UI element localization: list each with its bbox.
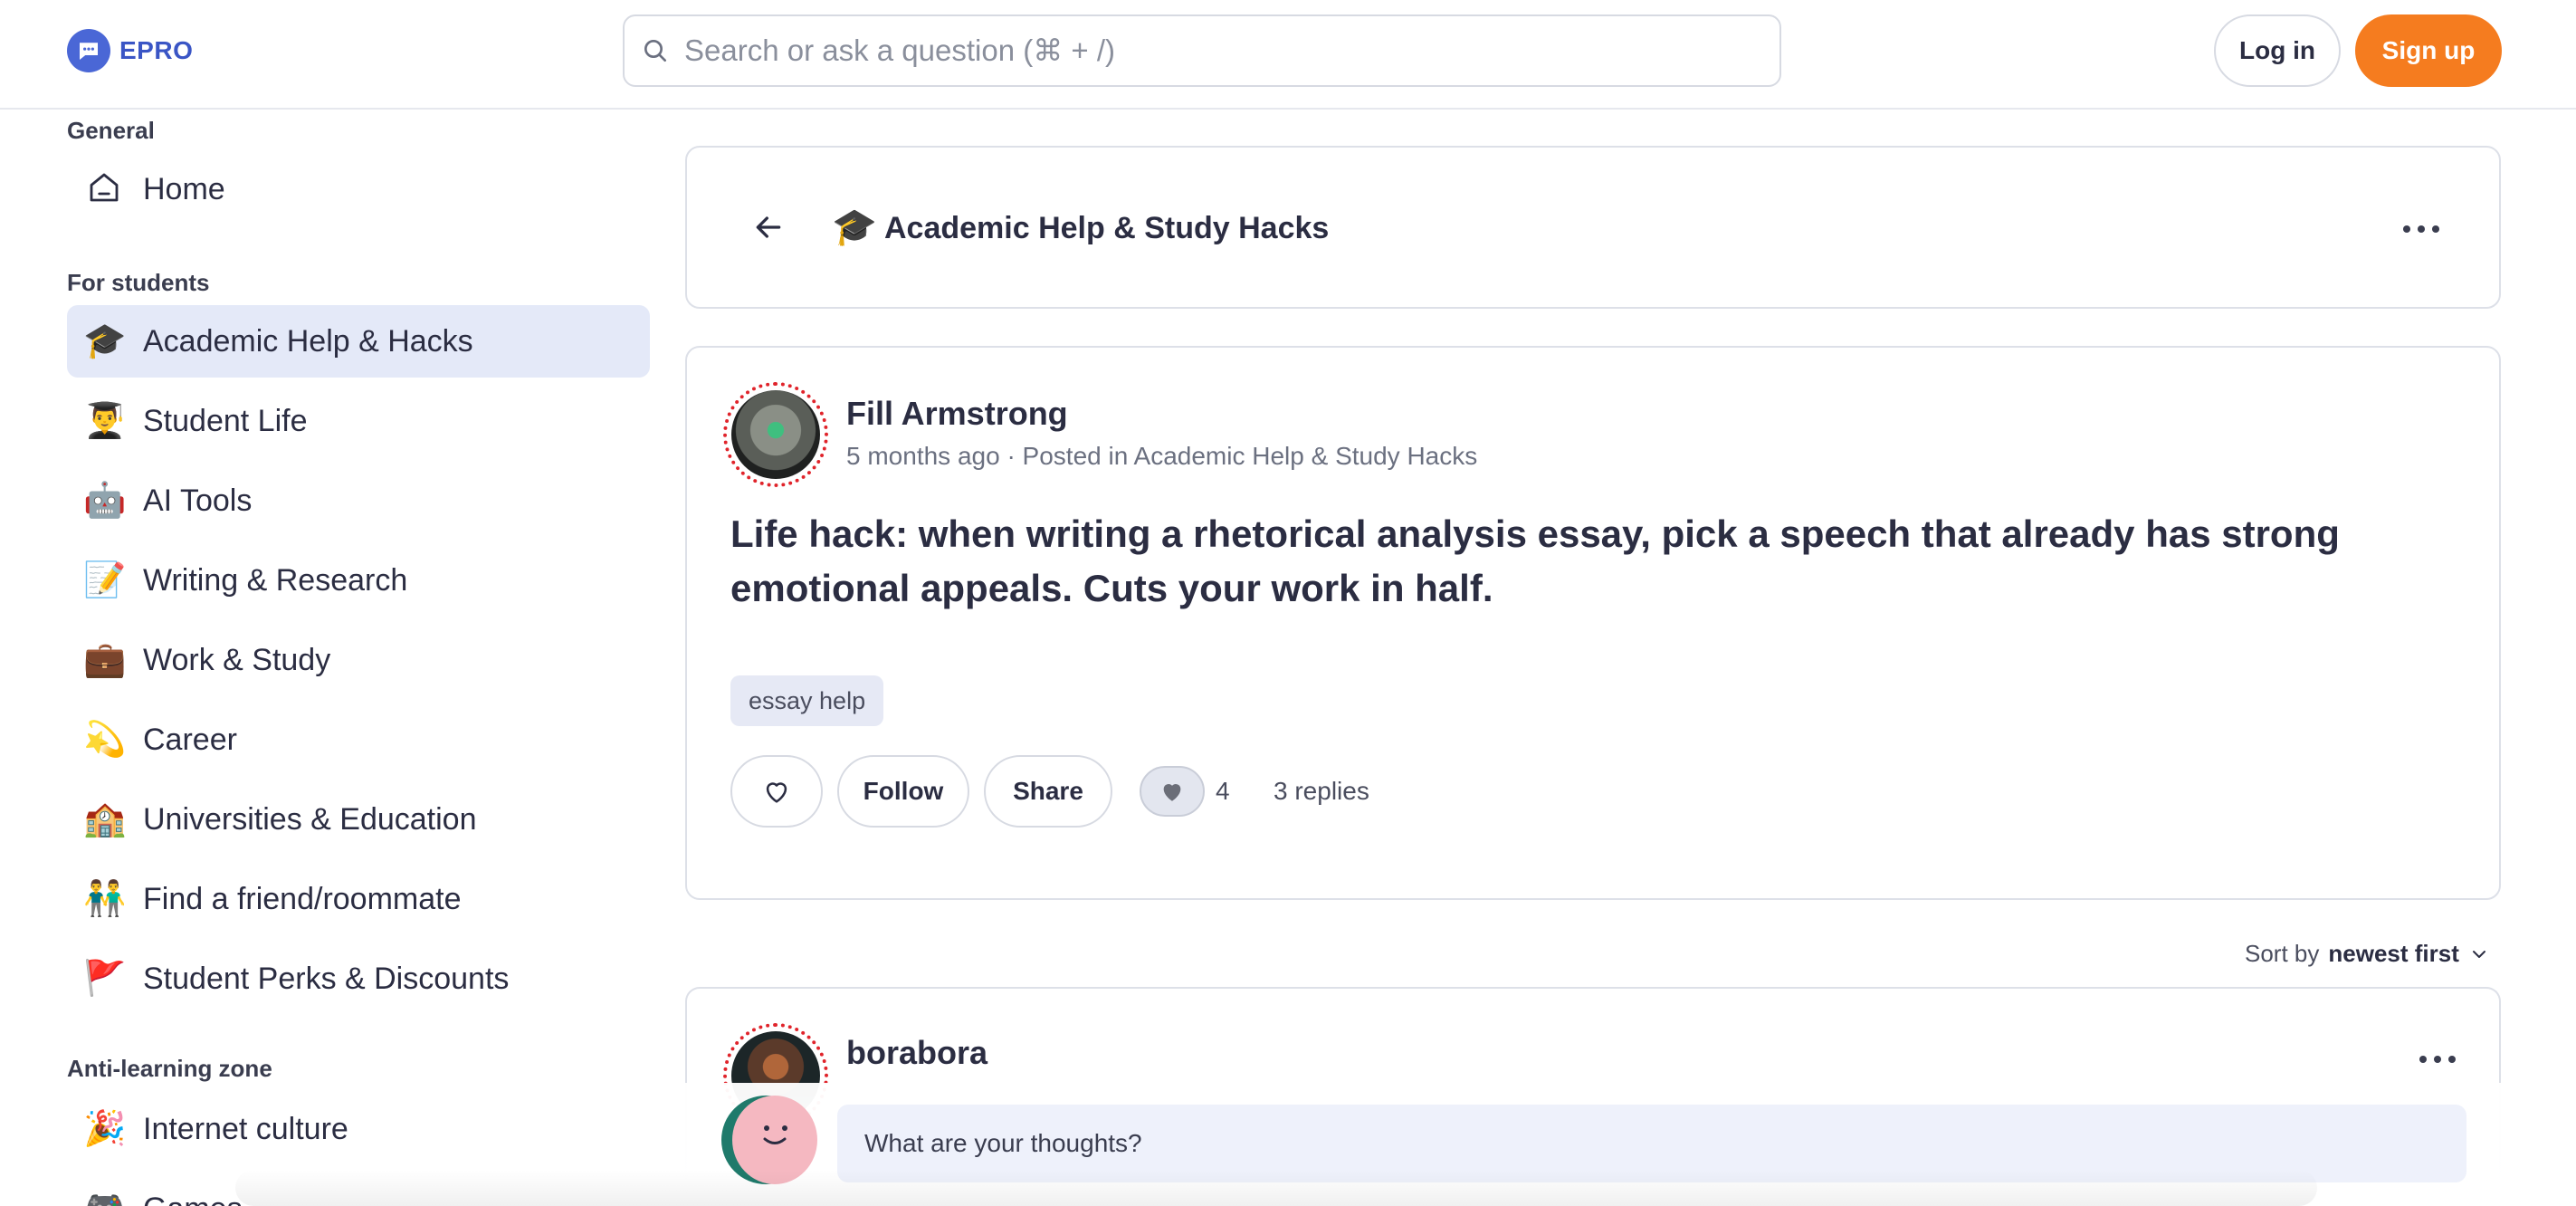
like-button[interactable] [730,755,823,828]
post-meta: 5 months ago · Posted in Academic Help &… [846,442,1478,470]
top-bar: EPRO Log in Sign up [0,0,2576,110]
sidebar-item-student-life[interactable]: 👨‍🎓 Student Life [67,385,650,457]
search-input[interactable] [684,34,1752,68]
chat-bubble-icon [67,29,110,72]
sidebar-item-label: Games [143,1192,243,1206]
sidebar-item-label: Home [143,171,225,206]
party-popper-icon: 🎉 [83,1110,127,1148]
more-options-icon[interactable] [2403,224,2439,234]
sidebar-item-label: Student Life [143,403,308,438]
sidebar-item-label: Universities & Education [143,801,477,837]
post-card: Fill Armstrong 5 months ago · Posted in … [685,346,2501,900]
red-flag-icon: 🚩 [83,960,127,998]
search-box[interactable] [623,14,1781,87]
sort-value: newest first [2328,940,2459,967]
sidebar-item-label: Writing & Research [143,562,408,598]
sort-dropdown[interactable]: Sort by newest first [2245,940,2490,968]
logo[interactable]: EPRO [67,29,193,72]
section-title-for-students: For students [67,269,210,296]
reply-count[interactable]: 3 replies [1274,777,1369,806]
chevron-down-icon [2472,950,2485,958]
sidebar-item-ai-tools[interactable]: 🤖 AI Tools [67,464,650,537]
bottom-shadow [235,1170,2317,1206]
sidebar-item-label: AI Tools [143,483,253,518]
share-button[interactable]: Share [984,755,1112,828]
search-icon [644,40,666,62]
sidebar-item-label: Internet culture [143,1111,348,1146]
school-icon: 🏫 [83,800,127,838]
game-controller-icon: 🎮 [83,1188,126,1206]
topic-header-card: 🎓 Academic Help & Study Hacks [685,146,2501,309]
sidebar-item-label: Academic Help & Hacks [143,323,473,359]
sidebar-item-label: Student Perks & Discounts [143,961,510,996]
heart-filled-icon [1140,766,1205,817]
sidebar-item-perks[interactable]: 🚩 Student Perks & Discounts [67,943,650,1015]
like-count: 4 [1216,777,1230,805]
sidebar-item-label: Work & Study [143,642,331,677]
two-men-icon: 👬 [83,880,127,918]
sidebar-item-career[interactable]: 💫 Career [67,704,650,776]
heart-outline-icon [766,782,787,803]
sidebar: General Home For students 🎓 Academic Hel… [0,110,670,1206]
more-options-icon[interactable] [2419,1054,2456,1065]
sort-prefix: Sort by [2245,940,2320,967]
topic-title: Academic Help & Study Hacks [884,211,1330,245]
sidebar-item-home[interactable]: Home [67,153,650,225]
memo-icon: 📝 [83,561,127,599]
sidebar-item-label: Career [143,722,237,757]
sidebar-item-writing-research[interactable]: 📝 Writing & Research [67,544,650,617]
sidebar-item-label: Find a friend/roommate [143,881,462,916]
back-arrow-icon[interactable] [750,209,787,245]
sidebar-item-find-friend[interactable]: 👬 Find a friend/roommate [67,863,650,935]
robot-icon: 🤖 [83,482,127,520]
graduation-cap-icon: 🎓 [832,207,877,247]
post-body: Life hack: when writing a rhetorical ana… [730,512,2340,609]
sidebar-item-academic-help[interactable]: 🎓 Academic Help & Hacks [67,305,650,378]
login-button[interactable]: Log in [2214,14,2341,87]
avatar[interactable] [723,382,828,487]
sidebar-item-universities[interactable]: 🏫 Universities & Education [67,783,650,856]
follow-button[interactable]: Follow [837,755,969,828]
sidebar-item-work-study[interactable]: 💼 Work & Study [67,624,650,696]
reply-author[interactable]: borabora [846,1034,987,1072]
home-icon [83,168,125,210]
briefcase-icon: 💼 [83,641,127,679]
student-icon: 👨‍🎓 [83,402,127,440]
logo-text: EPRO [119,36,194,64]
graduation-cap-icon: 🎓 [83,322,127,360]
section-title-anti-learning: Anti-learning zone [67,1055,272,1082]
sidebar-item-internet-culture[interactable]: 🎉 Internet culture [67,1093,650,1165]
signup-button[interactable]: Sign up [2355,14,2502,87]
dizzy-star-icon: 💫 [83,721,127,759]
post-author[interactable]: Fill Armstrong [846,395,1068,433]
tag-chip[interactable]: essay help [730,675,884,726]
section-title-general: General [67,117,155,144]
